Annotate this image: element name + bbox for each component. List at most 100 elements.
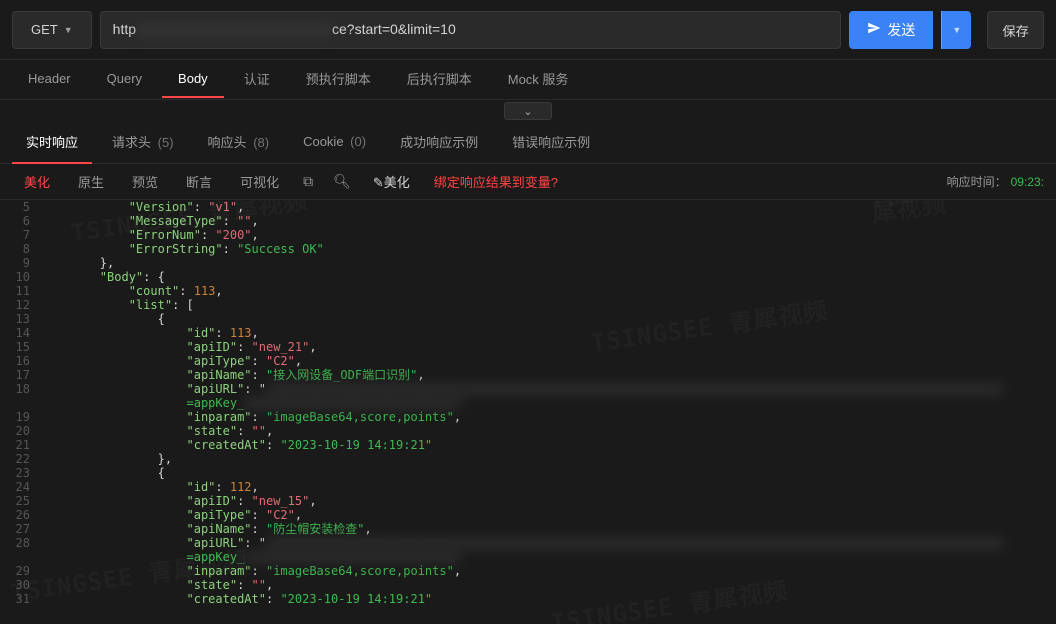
tab-body[interactable]: Body (162, 61, 224, 98)
line-code: { (42, 466, 1056, 480)
code-line: 10 "Body": { (0, 270, 1056, 284)
code-line: 26 "apiType": "C2", (0, 508, 1056, 522)
line-code: }, (42, 256, 1056, 270)
search-icon[interactable]: 🔍︎ (325, 167, 359, 196)
copy-icon[interactable]: ⧉ (295, 167, 321, 196)
line-number: 8 (0, 242, 42, 256)
line-code: "apiURL": "xxxxxxxxxxxxxxxxxxxxxxxxxxxxx… (42, 536, 1056, 550)
line-number: 9 (0, 256, 42, 270)
code-line: 13 { (0, 312, 1056, 326)
send-icon (867, 21, 881, 38)
line-code: =appKey_xxxxxxxxxxxxxxxxxxxxxxxxxxxxxx (42, 550, 1056, 564)
line-code: "inparam": "imageBase64,score,points", (42, 564, 1056, 578)
line-number (0, 396, 42, 410)
line-code: "apiName": "防尘帽安装检查", (42, 522, 1056, 536)
collapse-toggle[interactable]: ⌄ (504, 102, 552, 120)
http-method-select[interactable]: GET ▼ (12, 11, 92, 49)
tab-header[interactable]: Header (12, 61, 87, 98)
line-code: "createdAt": "2023-10-19 14:19:21" (42, 438, 1056, 452)
code-line: =appKey_xxxxxxxxxxxxxxxxxxxxxxxxxxxxxx (0, 550, 1056, 564)
line-code: "createdAt": "2023-10-19 14:19:21" (42, 592, 1056, 606)
line-number: 6 (0, 214, 42, 228)
line-number: 27 (0, 522, 42, 536)
tab-success-example[interactable]: 成功响应示例 (386, 121, 492, 164)
line-code: "count": 113, (42, 284, 1056, 298)
response-time: 响应时间：09:23: (947, 173, 1044, 190)
tab-query[interactable]: Query (91, 61, 158, 98)
tab-error-example[interactable]: 错误响应示例 (498, 121, 604, 164)
tab-post-script[interactable]: 后执行脚本 (391, 59, 488, 100)
format-button[interactable]: ✎美化 (363, 166, 420, 197)
tab-cookie[interactable]: Cookie (0) (289, 123, 380, 162)
code-line: 29 "inparam": "imageBase64,score,points"… (0, 564, 1056, 578)
line-code: "inparam": "imageBase64,score,points", (42, 410, 1056, 424)
code-line: 24 "id": 112, (0, 480, 1056, 494)
code-line: 12 "list": [ (0, 298, 1056, 312)
view-visualize[interactable]: 可视化 (228, 166, 291, 197)
code-line: 22 }, (0, 452, 1056, 466)
code-line: 30 "state": "", (0, 578, 1056, 592)
line-number: 7 (0, 228, 42, 242)
line-code: =appKey_xxxxxxxxxxxxxxxxxxxxxxxxxxxxxx (42, 396, 1056, 410)
code-line: 21 "createdAt": "2023-10-19 14:19:21" (0, 438, 1056, 452)
line-code: "apiURL": "xxxxxxxxxxxxxxxxxxxxxxxxxxxxx… (42, 382, 1056, 396)
caret-icon: ▼ (64, 25, 73, 35)
tab-response-headers[interactable]: 响应头 (8) (194, 121, 284, 164)
response-body-viewer[interactable]: 5 "Version": "v1",6 "MessageType": "",7 … (0, 200, 1056, 624)
line-code: "apiType": "C2", (42, 508, 1056, 522)
line-number: 21 (0, 438, 42, 452)
line-number: 23 (0, 466, 42, 480)
tab-auth[interactable]: 认证 (228, 59, 286, 100)
code-line: 6 "MessageType": "", (0, 214, 1056, 228)
line-code: "ErrorString": "Success OK" (42, 242, 1056, 256)
code-line: 14 "id": 113, (0, 326, 1056, 340)
view-assert[interactable]: 断言 (174, 166, 224, 197)
line-number: 10 (0, 270, 42, 284)
line-number: 31 (0, 592, 42, 606)
save-button[interactable]: 保存 (987, 11, 1044, 49)
line-number: 25 (0, 494, 42, 508)
view-beautify[interactable]: 美化 (12, 166, 62, 197)
line-code: "list": [ (42, 298, 1056, 312)
line-number: 15 (0, 340, 42, 354)
line-code: "apiID": "new_21", (42, 340, 1056, 354)
line-code: "ErrorNum": "200", (42, 228, 1056, 242)
line-code: "id": 112, (42, 480, 1056, 494)
line-number: 14 (0, 326, 42, 340)
line-number: 13 (0, 312, 42, 326)
line-code: "state": "", (42, 424, 1056, 438)
line-number: 28 (0, 536, 42, 550)
bind-variable-link[interactable]: 绑定响应结果到变量? (424, 166, 568, 197)
code-line: 31 "createdAt": "2023-10-19 14:19:21" (0, 592, 1056, 606)
tab-pre-script[interactable]: 预执行脚本 (290, 59, 387, 100)
line-code: "MessageType": "", (42, 214, 1056, 228)
send-dropdown[interactable]: ▼ (941, 11, 971, 49)
caret-icon: ▼ (952, 25, 961, 35)
line-code: "apiType": "C2", (42, 354, 1056, 368)
chevron-down-icon: ⌄ (523, 105, 532, 118)
tab-mock[interactable]: Mock 服务 (492, 59, 585, 100)
code-line: 23 { (0, 466, 1056, 480)
code-line: 11 "count": 113, (0, 284, 1056, 298)
code-line: 17 "apiName": "接入网设备_ODF端口识别", (0, 368, 1056, 382)
line-number: 22 (0, 452, 42, 466)
code-line: 16 "apiType": "C2", (0, 354, 1056, 368)
url-input[interactable]: httpxxxxxxxxxxxxxxxxxxxxxxxxxxxxce?start… (100, 11, 842, 49)
code-line: 25 "apiID": "new_15", (0, 494, 1056, 508)
code-line: 7 "ErrorNum": "200", (0, 228, 1056, 242)
line-code: "Body": { (42, 270, 1056, 284)
code-line: =appKey_xxxxxxxxxxxxxxxxxxxxxxxxxxxxxx (0, 396, 1056, 410)
view-preview[interactable]: 预览 (120, 166, 170, 197)
code-line: 15 "apiID": "new_21", (0, 340, 1056, 354)
view-raw[interactable]: 原生 (66, 166, 116, 197)
tab-realtime-response[interactable]: 实时响应 (12, 121, 92, 164)
tab-request-headers[interactable]: 请求头 (5) (98, 121, 188, 164)
line-code: "apiID": "new_15", (42, 494, 1056, 508)
code-line: 28 "apiURL": "xxxxxxxxxxxxxxxxxxxxxxxxxx… (0, 536, 1056, 550)
code-line: 20 "state": "", (0, 424, 1056, 438)
method-label: GET (31, 22, 58, 37)
code-line: 19 "inparam": "imageBase64,score,points"… (0, 410, 1056, 424)
send-button[interactable]: 发送 (849, 11, 933, 49)
line-code: { (42, 312, 1056, 326)
code-line: 8 "ErrorString": "Success OK" (0, 242, 1056, 256)
